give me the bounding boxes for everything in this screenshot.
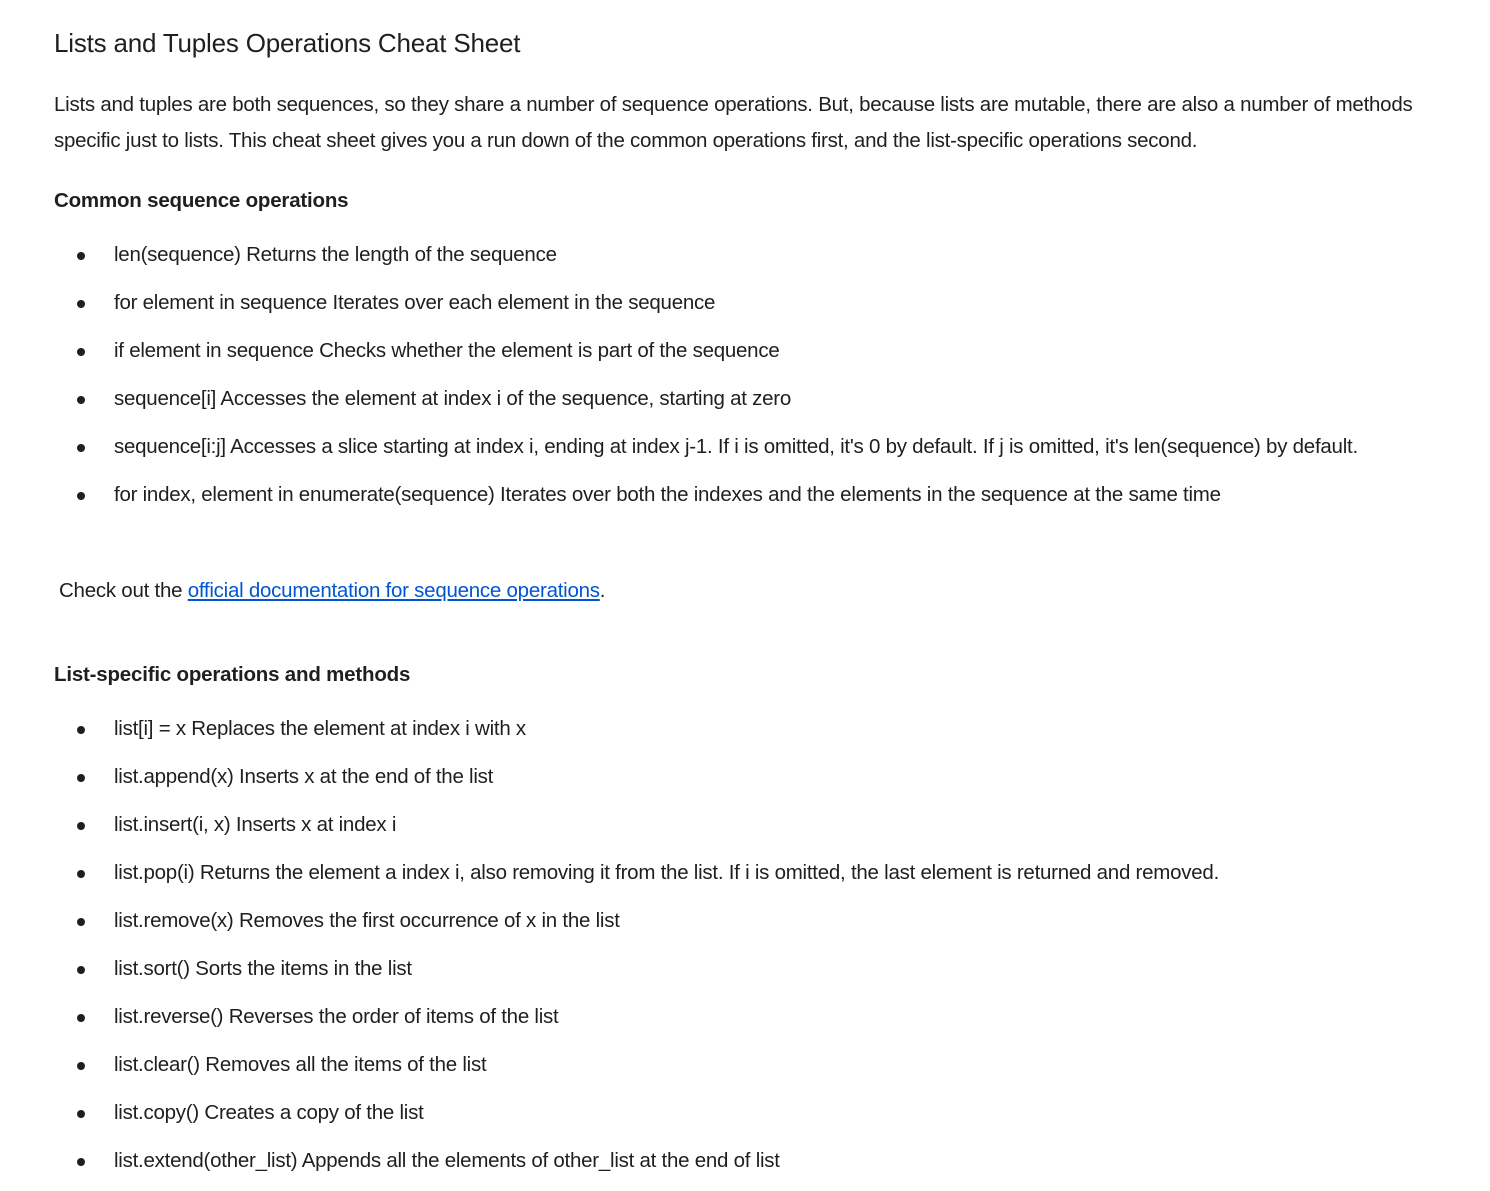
page-title: Lists and Tuples Operations Cheat Sheet [54, 28, 521, 58]
bullet-icon [77, 252, 85, 260]
list-item: list.copy() Creates a copy of the list [54, 1095, 1444, 1131]
list-item: sequence[i] Accesses the element at inde… [54, 381, 1444, 417]
list-item: for element in sequence Iterates over ea… [54, 285, 1444, 321]
list-item: list.reverse() Reverses the order of ite… [54, 999, 1444, 1035]
list-item-text: len(sequence) Returns the length of the … [114, 243, 557, 266]
list-item: list.append(x) Inserts x at the end of t… [54, 759, 1444, 795]
list-item-text: list.insert(i, x) Inserts x at index i [114, 813, 397, 836]
intro-paragraph: Lists and tuples are both sequences, so … [54, 93, 1413, 152]
list-item-text: sequence[i] Accesses the element at inde… [114, 387, 792, 410]
bullet-icon [77, 444, 85, 452]
list-item-text: for index, element in enumerate(sequence… [114, 483, 1221, 506]
list-item: list.pop(i) Returns the element a index … [54, 855, 1444, 891]
list-item: list.clear() Removes all the items of th… [54, 1047, 1444, 1083]
docs-reference: Check out the official documentation for… [59, 573, 606, 609]
list-item-text: list.sort() Sorts the items in the list [114, 957, 412, 980]
bullet-icon [77, 492, 85, 500]
list-ops-heading: List-specific operations and methods [54, 663, 411, 686]
list-item-text: list.copy() Creates a copy of the list [114, 1101, 424, 1124]
list-item-text: list.reverse() Reverses the order of ite… [114, 1005, 559, 1028]
list-item-text: list.remove(x) Removes the first occurre… [114, 909, 620, 932]
list-item-text: list[i] = x Replaces the element at inde… [114, 717, 526, 740]
list-item-text: sequence[i:j] Accesses a slice starting … [114, 435, 1358, 458]
bullet-icon [77, 966, 85, 974]
list-item: for index, element in enumerate(sequence… [54, 477, 1444, 513]
bullet-icon [77, 1110, 85, 1118]
list-item: list[i] = x Replaces the element at inde… [54, 711, 1444, 747]
bullet-icon [77, 870, 85, 878]
list-item-text: list.pop(i) Returns the element a index … [114, 861, 1220, 884]
bullet-icon [77, 348, 85, 356]
list-item: sequence[i:j] Accesses a slice starting … [54, 429, 1444, 465]
bullet-icon [77, 300, 85, 308]
list-item: if element in sequence Checks whether th… [54, 333, 1444, 369]
list-ops-list: list[i] = x Replaces the element at inde… [54, 711, 1444, 1191]
bullet-icon [77, 396, 85, 404]
bullet-icon [77, 726, 85, 734]
list-item: len(sequence) Returns the length of the … [54, 237, 1444, 273]
list-item-text: for element in sequence Iterates over ea… [114, 291, 716, 314]
list-item: list.extend(other_list) Appends all the … [54, 1143, 1444, 1179]
bullet-icon [77, 1014, 85, 1022]
list-item-text: list.append(x) Inserts x at the end of t… [114, 765, 494, 788]
list-item-text: if element in sequence Checks whether th… [114, 339, 780, 362]
common-ops-list: len(sequence) Returns the length of the … [54, 237, 1444, 525]
official-docs-link[interactable]: official documentation for sequence oper… [188, 579, 600, 602]
list-item-text: list.extend(other_list) Appends all the … [114, 1149, 780, 1172]
list-item-text: list.clear() Removes all the items of th… [114, 1053, 487, 1076]
bullet-icon [77, 918, 85, 926]
bullet-icon [77, 1062, 85, 1070]
bullet-icon [77, 1158, 85, 1166]
bullet-icon [77, 774, 85, 782]
list-item: list.sort() Sorts the items in the list [54, 951, 1444, 987]
common-ops-heading: Common sequence operations [54, 189, 349, 212]
docs-suffix: . [599, 579, 606, 602]
list-item: list.insert(i, x) Inserts x at index i [54, 807, 1444, 843]
docs-prefix: Check out the [59, 579, 188, 602]
list-item: list.remove(x) Removes the first occurre… [54, 903, 1444, 939]
bullet-icon [77, 822, 85, 830]
